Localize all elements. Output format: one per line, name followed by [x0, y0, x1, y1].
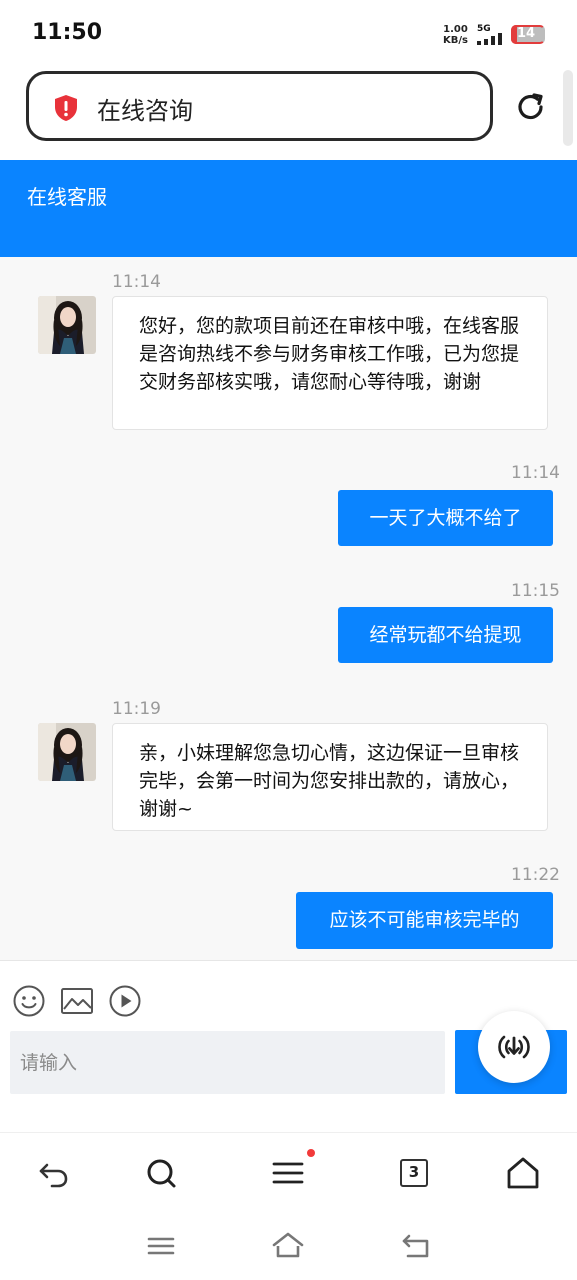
chat-area[interactable]: 11:14 您好，您的款项目前还在审核中哦，在线客服是咨询热线不参与财务审核工作… [0, 257, 577, 960]
home-icon[interactable] [505, 1155, 541, 1191]
message-bubble: 您好，您的款项目前还在审核中哦，在线客服是咨询热线不参与财务审核工作哦，已为您提… [112, 296, 548, 430]
recent-apps-icon[interactable] [145, 1230, 177, 1262]
browser-toolbar: 3 [0, 1132, 577, 1212]
address-bar[interactable]: 在线咨询 [26, 71, 493, 141]
shield-icon [55, 95, 77, 121]
message-time: 11:14 [511, 463, 560, 483]
message-time: 11:19 [112, 699, 161, 719]
agent-avatar [38, 723, 96, 781]
chat-header: 在线客服 [0, 160, 577, 257]
battery-icon: 14 [511, 25, 545, 44]
message-bubble: 经常玩都不给提现 [338, 607, 553, 663]
system-back-icon[interactable] [400, 1230, 432, 1262]
message-time: 11:22 [511, 865, 560, 885]
floating-download-button[interactable] [478, 1011, 550, 1083]
chat-title: 在线客服 [27, 185, 107, 209]
agent-avatar [38, 296, 96, 354]
system-home-icon[interactable] [272, 1230, 304, 1262]
menu-icon[interactable] [270, 1155, 306, 1191]
signal-icon: 5G [477, 24, 507, 46]
notification-dot [307, 1149, 315, 1157]
back-icon[interactable] [36, 1155, 72, 1191]
search-icon[interactable] [143, 1155, 179, 1191]
page-title: 在线咨询 [97, 97, 193, 125]
message-input[interactable] [10, 1031, 445, 1094]
message-time: 11:15 [511, 581, 560, 601]
message-time: 11:14 [112, 272, 161, 292]
battery-level: 14 [517, 26, 536, 41]
system-navigation [0, 1212, 577, 1280]
emoji-icon[interactable] [12, 984, 46, 1018]
reload-icon[interactable] [514, 90, 548, 124]
network-speed: 1.00 KB/s [443, 24, 468, 46]
message-bubble: 一天了大概不给了 [338, 490, 553, 546]
network-speed-value: 1.00 [443, 24, 468, 35]
message-bubble: 亲，小妹理解您急切心情，这边保证一旦审核完毕，会第一时间为您安排出款的，请放心，… [112, 723, 548, 831]
scroll-handle[interactable] [563, 70, 573, 146]
network-speed-unit: KB/s [443, 35, 468, 46]
status-time: 11:50 [32, 20, 103, 45]
tab-count-button[interactable]: 3 [400, 1159, 428, 1187]
download-broadcast-icon [498, 1035, 530, 1059]
video-icon[interactable] [108, 984, 142, 1018]
message-bubble: 应该不可能审核完毕的 [296, 892, 553, 949]
image-icon[interactable] [60, 984, 94, 1018]
status-bar: 11:50 1.00 KB/s 5G 14 [0, 0, 577, 62]
